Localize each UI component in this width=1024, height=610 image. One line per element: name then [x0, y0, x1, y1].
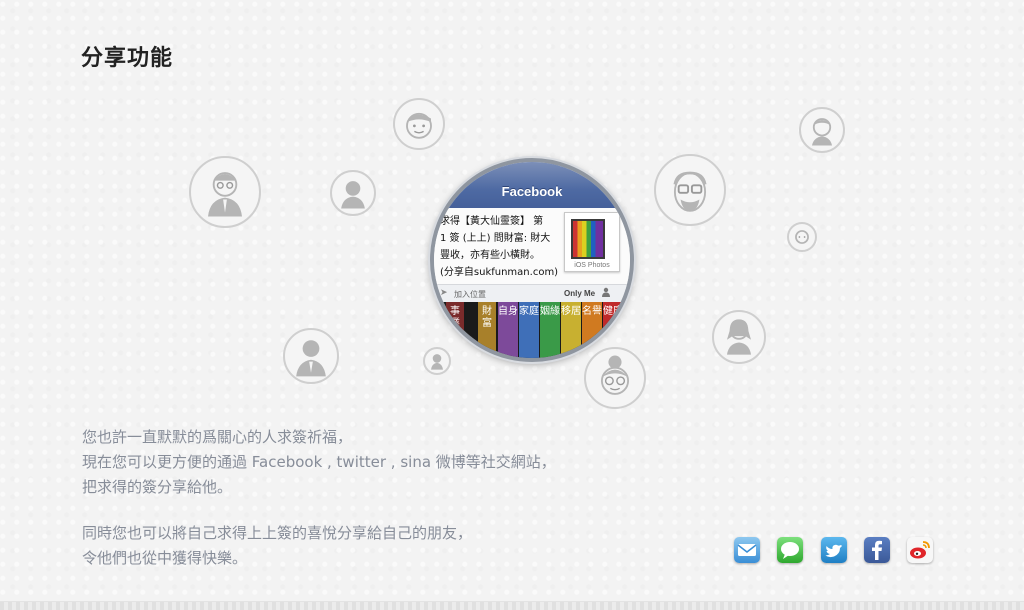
facebook-composer-footer: ➤ 加入位置 Only Me [434, 284, 630, 303]
facebook-share-preview: Facebook 求得【黃大仙靈簽】 第 1 簽 (上上) 問財富: 財大 豐收… [430, 158, 634, 362]
photo-thumbnail [571, 219, 605, 259]
post-text-line: (分享自sukfunman.com) [440, 267, 559, 278]
book-spine: 姻緣 [540, 302, 560, 358]
facebook-icon[interactable] [864, 537, 890, 563]
post-text-line: 豐收，亦有些小橫財。 [440, 250, 540, 261]
baby-avatar-icon [787, 222, 817, 252]
description-line: 您也許一直默默的爲關心的人求簽祈福， [82, 428, 353, 446]
boy-face-avatar-icon [393, 98, 445, 150]
description-line: 把求得的簽分享給他。 [82, 478, 233, 496]
book-spine: 健康 [603, 302, 623, 358]
location-arrow-icon: ➤ [440, 288, 448, 298]
add-location-label: 加入位置 [454, 290, 486, 299]
woman-avatar-icon [799, 107, 845, 153]
grandfather-avatar-icon [654, 154, 726, 226]
mail-icon[interactable] [734, 537, 760, 563]
page-title: 分享功能 [81, 46, 174, 71]
book-spine: 自身 [498, 302, 518, 358]
messages-icon[interactable] [777, 537, 803, 563]
weibo-icon[interactable] [907, 537, 933, 563]
facebook-nav-title: Facebook [501, 184, 563, 199]
description-line: 同時您也可以將自己求得上上簽的喜悅分享給自己的朋友， [82, 524, 473, 542]
businessman-avatar-icon [283, 328, 339, 384]
facebook-nav-bar: Facebook [434, 162, 630, 209]
girl-avatar-icon [712, 310, 766, 364]
twitter-icon[interactable] [821, 537, 847, 563]
man-with-glasses-tie-avatar-icon [189, 156, 261, 228]
privacy-setting-label: Only Me [564, 289, 596, 298]
book-spine: 事業 [446, 302, 464, 358]
fortune-book-shelf: 事業 財富 自身 家庭 姻緣 移居 名譽 健康 [434, 302, 630, 358]
bottom-border-strip [0, 601, 1024, 610]
person-silhouette-avatar-icon [330, 170, 376, 216]
book-spine: 家庭 [519, 302, 539, 358]
book-spine: 財富 [478, 302, 496, 358]
post-text-line: 求得【黃大仙靈簽】 第 [440, 216, 544, 227]
facebook-post-composer: 求得【黃大仙靈簽】 第 1 簽 (上上) 問財富: 財大 豐收，亦有些小橫財。 … [434, 208, 630, 284]
description-line: 令他們也從中獲得快樂。 [82, 549, 248, 567]
description-line: 現在您可以更方便的通過 Facebook , twitter , sina 微博… [82, 453, 556, 471]
person-icon [602, 287, 610, 297]
book-spine: 移居 [561, 302, 581, 358]
photo-source-label: iOS Photos [574, 262, 610, 269]
post-text-line: 1 簽 (上上) 問財富: 財大 [440, 233, 551, 244]
book-spine: 名譽 [582, 302, 602, 358]
attached-photo: iOS Photos [564, 212, 620, 272]
